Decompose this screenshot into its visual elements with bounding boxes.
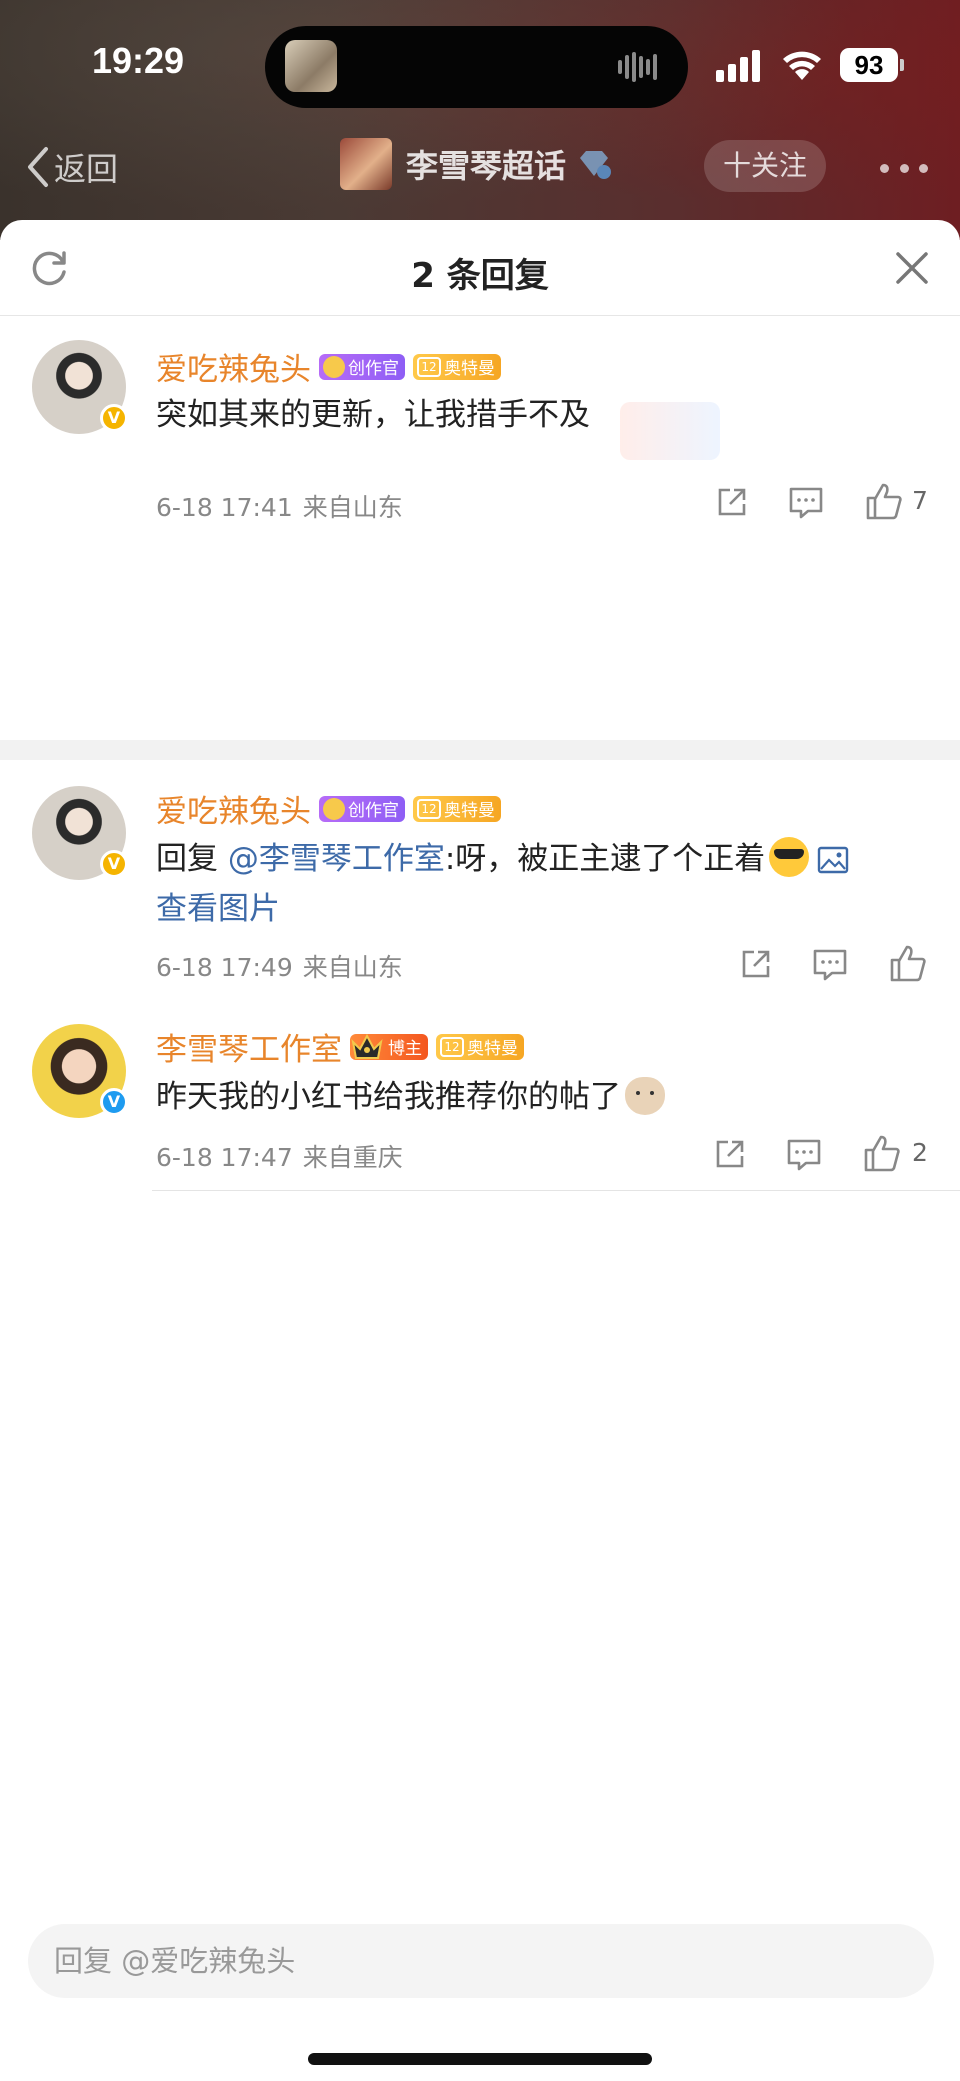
chevron-left-icon [28,147,48,187]
back-button[interactable]: 返回 [24,142,118,192]
thumbs-up-icon[interactable] [886,942,930,986]
like-count: 2 [912,1138,928,1167]
share-icon[interactable] [708,1132,752,1176]
comment-icon[interactable] [784,480,828,524]
battery-tip [900,59,904,71]
blogger-badge: 博主 [350,1033,428,1060]
creator-badge: 创作官 [319,795,405,822]
topic-header[interactable]: 李雪琴超话 [340,138,612,190]
username[interactable]: 爱吃辣兔头 [156,344,311,389]
now-playing-thumbnail [285,40,337,92]
username[interactable]: 爱吃辣兔头 [156,786,311,831]
audio-wave-icon [618,52,666,82]
reply-actions: 7 [0,480,960,524]
comment-icon[interactable] [782,1132,826,1176]
wifi-icon [783,51,821,80]
crown-icon [351,1033,383,1059]
avatar[interactable]: V [32,1024,128,1118]
thumbs-up-icon[interactable] [860,1132,904,1176]
reply-actions: 2 [0,1132,960,1176]
view-picture-link[interactable]: 查看图片 [156,891,280,927]
name-row: 爱吃辣兔头 创作官 12 奥特曼 [156,786,501,831]
sheet-title: 2 条回复 [411,256,549,296]
creator-badge: 创作官 [319,353,405,380]
level-number: 12 [440,1036,464,1057]
dynamic-island[interactable] [265,26,688,108]
sticker-decoration [620,402,720,460]
share-icon[interactable] [734,942,778,986]
signal-icon [716,50,766,82]
name-row: 爱吃辣兔头 创作官 12 奥特曼 [156,344,501,389]
home-indicator[interactable] [308,2053,652,2065]
comment-icon[interactable] [808,942,852,986]
fan-level-badge: 12 奥特曼 [413,795,501,822]
diamond-level-icon [580,151,612,179]
topic-avatar [340,138,392,190]
avatar[interactable]: V [32,340,128,434]
fan-level-badge: 12 奥特曼 [413,353,501,380]
mention-link[interactable]: @李雪琴工作室 [228,841,445,877]
sheet-header: 2 条回复 [0,220,960,316]
username[interactable]: 李雪琴工作室 [156,1024,342,1069]
list-end-divider [152,1190,960,1191]
more-options-icon[interactable] [880,164,928,174]
reply-prefix: 回复 [156,841,228,877]
verified-icon: V [100,404,128,432]
topic-title: 李雪琴超话 [406,147,567,185]
verified-icon: V [100,850,128,878]
follow-button[interactable]: 十关注 [704,140,826,192]
like-count: 7 [912,486,928,515]
reply-text: 回复 @李雪琴工作室:呀，被正主逮了个正着查看图片 [156,834,916,934]
close-icon[interactable] [894,250,930,286]
reply-text: 突如其来的更新，让我措手不及 [156,397,590,433]
fan-level-badge: 12 奥特曼 [436,1033,524,1060]
reply-text: 昨天我的小红书给我推荐你的帖了 [156,1072,916,1122]
level-number: 12 [417,356,441,377]
section-divider [0,740,960,760]
verified-icon: V [100,1088,128,1116]
thumbs-up-icon[interactable] [862,480,906,524]
image-icon[interactable] [817,845,849,875]
avatar[interactable]: V [32,786,128,880]
back-label: 返回 [54,150,119,188]
cool-emoji-icon [769,837,810,877]
cat-emoji-icon [625,1077,665,1115]
share-icon[interactable] [710,480,754,524]
name-row: 李雪琴工作室 博主 12 奥特曼 [156,1024,524,1069]
creator-icon [323,797,345,820]
level-number: 12 [417,798,441,819]
replies-sheet: 2 条回复 V 爱吃辣兔头 创作官 12 奥特曼 突如其来的更新，让我措手不及 6… [0,220,960,2081]
reply-actions [0,942,960,986]
status-time: 19:29 [92,40,185,81]
reply-input[interactable]: 回复 @爱吃辣兔头 [28,1924,934,1998]
battery-indicator: 93 [840,48,898,82]
creator-icon [323,355,345,378]
reply-body: :呀，被正主逮了个正着 [444,841,766,877]
